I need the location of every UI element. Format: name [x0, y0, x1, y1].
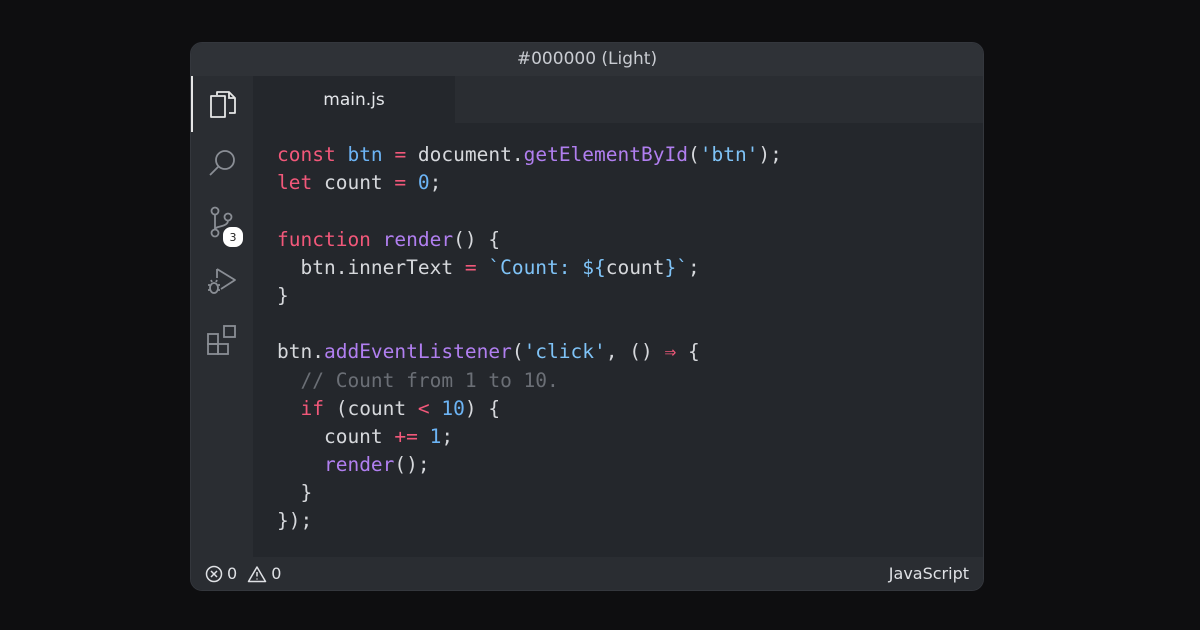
tab-bar: main.js	[253, 76, 983, 123]
code-editor[interactable]: const btn = document.getElementById('btn…	[253, 123, 983, 557]
code-line[interactable]: }	[277, 282, 782, 310]
code-token: (	[687, 143, 700, 166]
code-token: 0	[417, 171, 430, 195]
activity-search[interactable]	[191, 135, 253, 191]
code-token: (	[511, 340, 524, 364]
code-line[interactable]: if (count < 10) {	[277, 395, 782, 423]
code-token: 10	[441, 396, 465, 420]
files-icon	[210, 91, 236, 118]
code-token: count	[605, 255, 665, 279]
code-line[interactable]: });	[277, 507, 782, 535]
search-icon	[209, 150, 235, 176]
code-token: btn.	[277, 340, 324, 364]
code-token: count	[312, 171, 395, 195]
code-line[interactable]	[277, 310, 782, 338]
code-token: );	[758, 143, 782, 166]
editor-window: #000000 (Light) 3 main.js const btn = do…	[190, 42, 984, 591]
code-token: () {	[453, 227, 501, 251]
code-token: count	[277, 424, 395, 448]
code-token: ;	[441, 424, 454, 448]
activity-bar: 3	[191, 76, 253, 557]
code-token: btn	[347, 143, 383, 166]
code-token: ⇒	[664, 340, 677, 364]
warning-icon	[247, 565, 267, 582]
code-line[interactable]: count += 1;	[277, 423, 782, 451]
code-line[interactable]: function render() {	[277, 226, 782, 254]
activity-extensions[interactable]	[191, 312, 253, 368]
code-token: let	[277, 171, 313, 195]
code-token: 'click'	[523, 340, 606, 364]
code-token: 1	[429, 424, 442, 448]
code-line[interactable]: let count = 0;	[277, 169, 782, 197]
code-token: {	[676, 340, 700, 364]
code-line[interactable]: btn.addEventListener('click', () ⇒ {	[277, 338, 782, 366]
code-token: getElementById	[523, 143, 688, 166]
code-line[interactable]: // Count from 1 to 10.	[277, 367, 782, 395]
code-token: <	[417, 396, 430, 420]
tab-main-js[interactable]: main.js	[253, 76, 455, 123]
code-line[interactable]: render();	[277, 451, 782, 479]
activity-run-debug[interactable]	[191, 253, 253, 309]
activity-source-control[interactable]: 3	[191, 194, 253, 250]
status-bar: 0 0 JavaScript	[191, 557, 983, 590]
code-token: +=	[394, 424, 418, 448]
activity-explorer[interactable]	[191, 76, 253, 132]
run-debug-icon	[208, 268, 236, 294]
language-mode[interactable]: JavaScript	[889, 557, 969, 590]
code-token: document.	[406, 143, 524, 166]
code-line[interactable]: const btn = document.getElementById('btn…	[277, 141, 782, 169]
code-token: =	[464, 255, 477, 279]
window-title: #000000 (Light)	[191, 43, 983, 76]
code-token: }`	[664, 255, 688, 279]
code-token: =	[394, 143, 407, 166]
source-control-badge: 3	[221, 225, 245, 249]
code-token: function	[277, 227, 371, 251]
code-token: addEventListener	[323, 340, 512, 364]
code-token: (count	[323, 396, 418, 420]
extensions-icon	[207, 325, 236, 355]
code-token: , ()	[605, 340, 665, 364]
code-token: `Count: ${	[488, 255, 606, 279]
code-token: render	[382, 227, 454, 251]
code-token: ;	[429, 171, 442, 195]
warning-count: 0	[271, 564, 282, 583]
code-token: // Count from 1 to 10.	[300, 368, 559, 392]
code-line[interactable]	[277, 197, 782, 225]
problems-indicator[interactable]: 0 0	[205, 557, 281, 590]
code-token: ) {	[464, 396, 501, 420]
code-token: }	[277, 481, 313, 505]
error-count: 0	[227, 564, 238, 583]
code-token: 'btn'	[699, 143, 759, 166]
code-token: render	[323, 453, 395, 477]
code-line[interactable]: btn.innerText = `Count: ${count}`;	[277, 254, 782, 282]
code-line[interactable]: }	[277, 479, 782, 507]
code-token: }	[277, 283, 289, 307]
code-token: =	[394, 171, 407, 195]
code-token: if	[300, 396, 324, 420]
code-token: });	[277, 509, 313, 533]
code-token: ;	[687, 255, 700, 279]
code-token: ();	[394, 453, 430, 477]
code-token: const	[277, 143, 336, 166]
code-content[interactable]: const btn = document.getElementById('btn…	[277, 141, 782, 536]
error-icon	[205, 565, 223, 582]
code-token: btn.innerText	[277, 255, 465, 279]
